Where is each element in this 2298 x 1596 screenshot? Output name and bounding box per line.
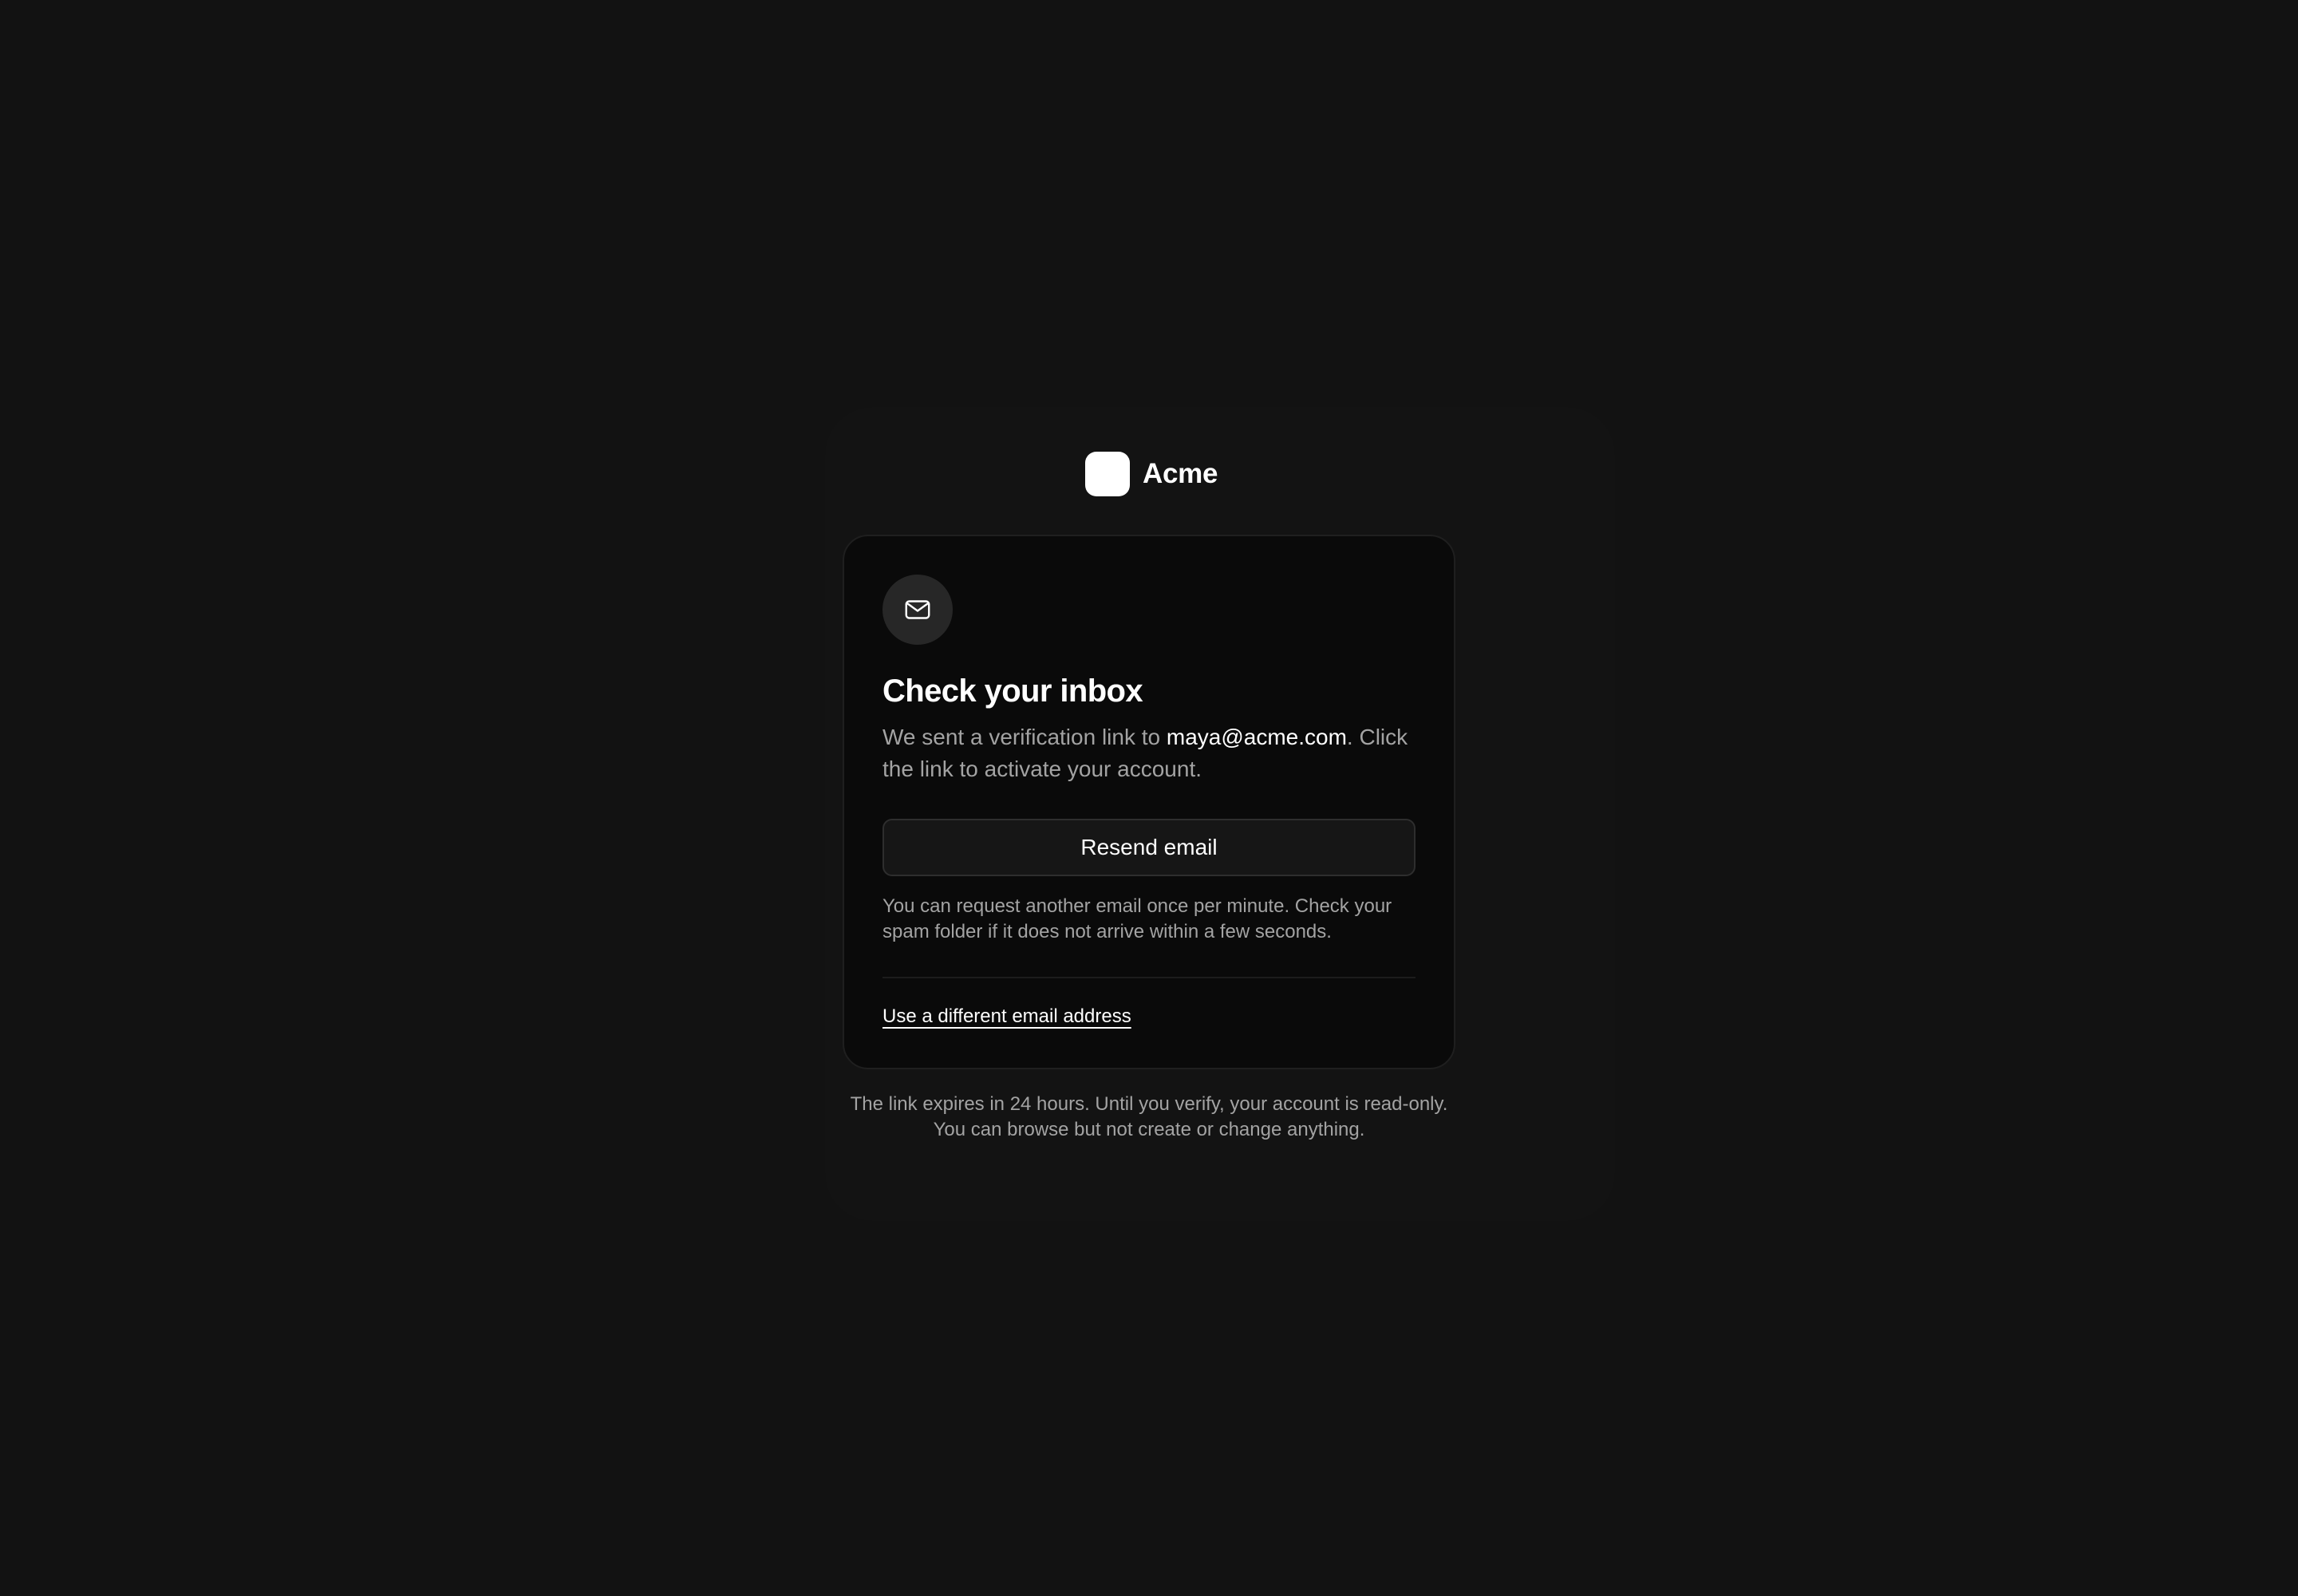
- recipient-email: maya@acme.com: [1166, 725, 1347, 749]
- divider: [882, 977, 1416, 978]
- brand-logo: [1085, 452, 1130, 496]
- expiry-note: The link expires in 24 hours. Until you …: [850, 1093, 1448, 1140]
- mail-icon-badge: [882, 575, 953, 645]
- brand-name: Acme: [1143, 458, 1218, 489]
- resend-email-button[interactable]: Resend email: [882, 819, 1416, 876]
- verification-description: We sent a verification link to maya@acme…: [882, 721, 1425, 785]
- page-title: Check your inbox: [882, 674, 1143, 709]
- brand: Acme: [1085, 452, 1218, 496]
- mail-icon: [905, 600, 930, 619]
- resend-hint: You can request another email once per m…: [882, 895, 1392, 942]
- verification-card: Check your inbox We sent a verification …: [843, 535, 1455, 1069]
- description-prefix: We sent a verification link to: [882, 725, 1167, 749]
- use-different-email-link[interactable]: Use a different email address: [882, 1004, 1131, 1029]
